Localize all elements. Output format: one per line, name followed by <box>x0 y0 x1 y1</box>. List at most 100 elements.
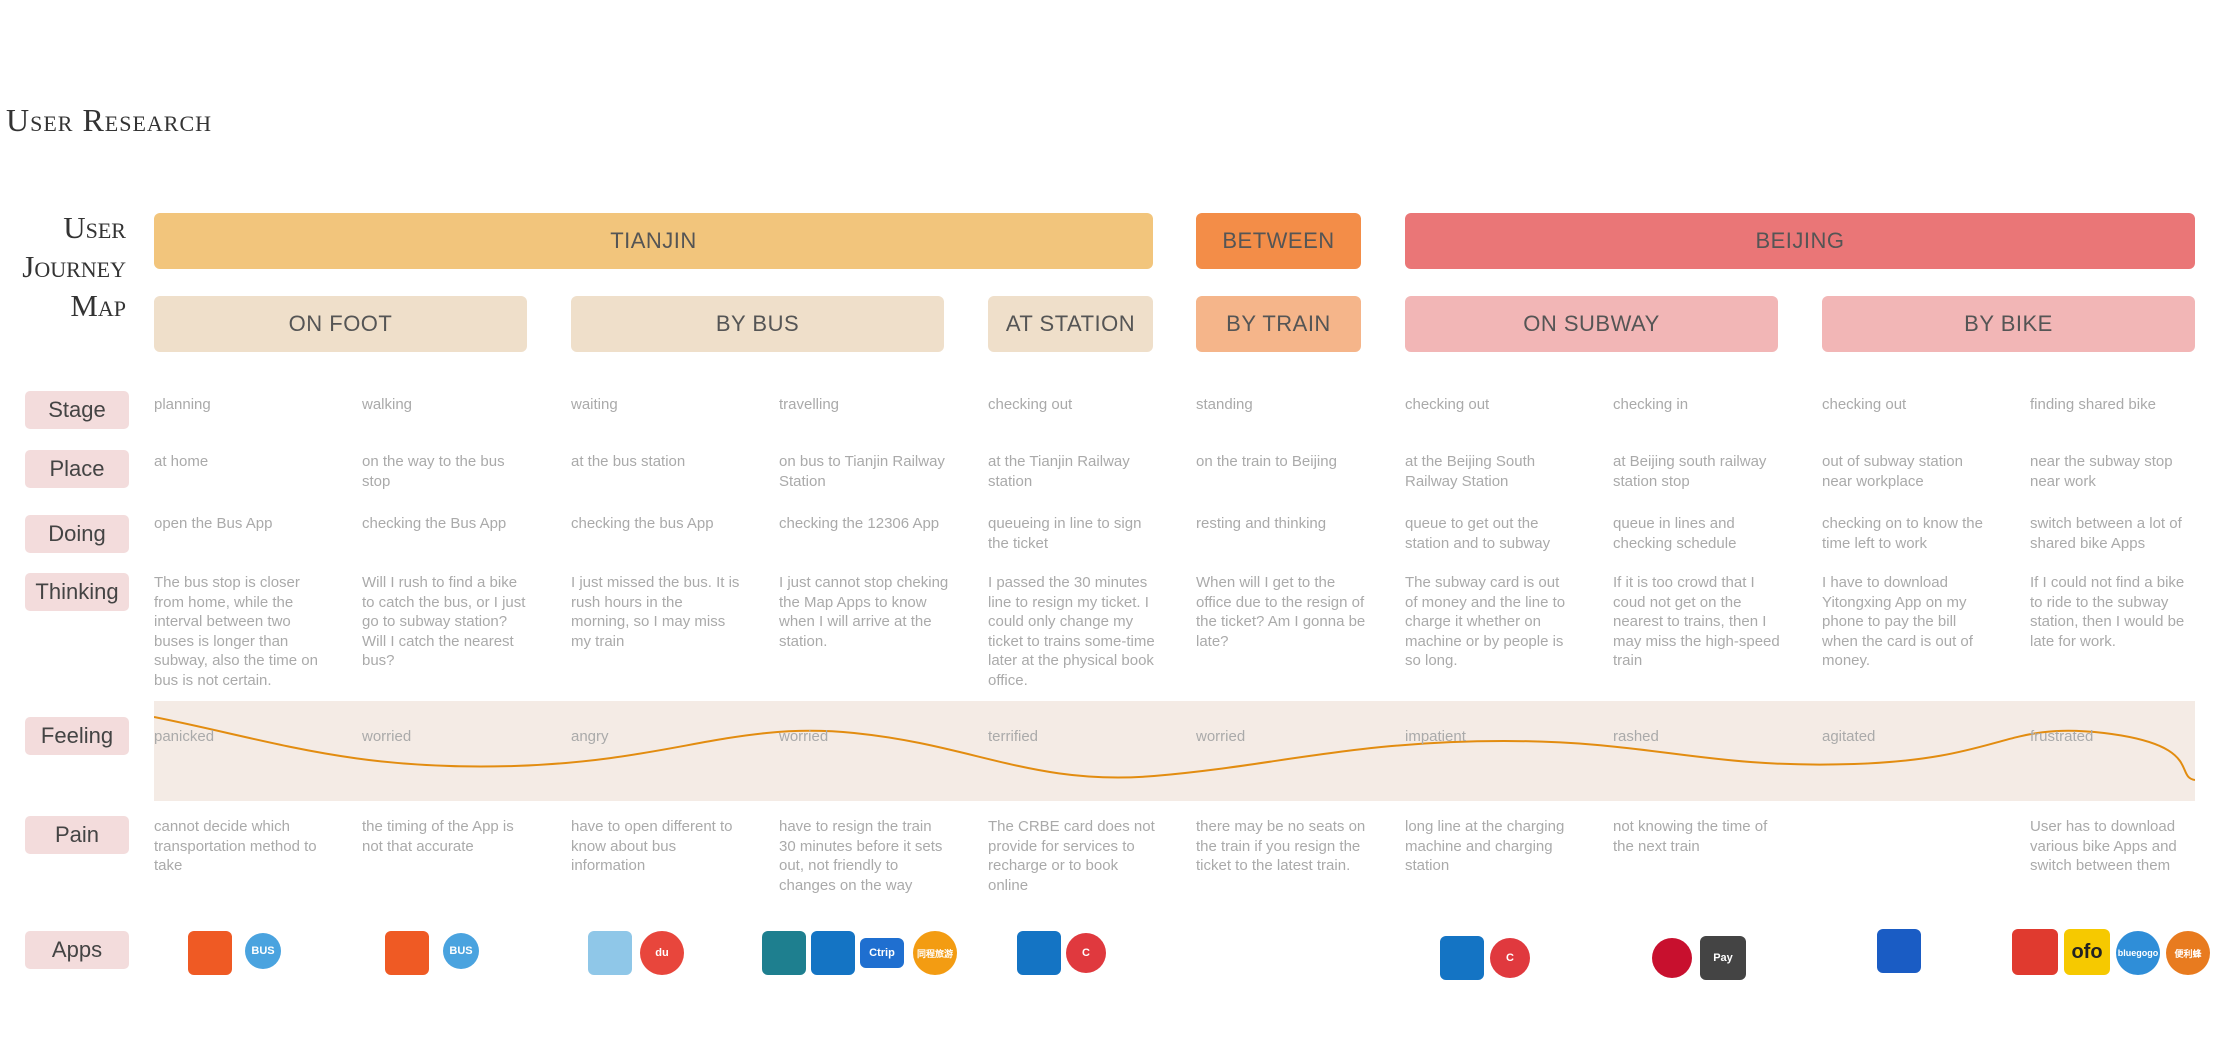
thinking-cell: If it is too crowd that I coud not get o… <box>1613 574 1780 669</box>
row-label-pain: Pain <box>25 816 129 854</box>
bus-pin-icon: BUS <box>443 933 479 969</box>
c-card-icon: C <box>1490 938 1530 978</box>
pain-cell: the timing of the App is not that accura… <box>362 818 514 855</box>
pain-cell: not knowing the time of the next train <box>1613 818 1768 855</box>
thinking-cell: I have to download Yitongxing App on my … <box>1822 574 1973 669</box>
place-cell: out of subway station near workplace <box>1822 453 1963 490</box>
c-card-icon: C <box>1066 933 1106 973</box>
place-cell: at the Beijing South Railway Station <box>1405 453 1536 490</box>
bus-app-icon <box>188 931 232 975</box>
place-cell: at home <box>154 453 209 470</box>
mode-by-bus: BY BUS <box>571 296 944 352</box>
pain-cell: long line at the charging machine and ch… <box>1405 818 1565 874</box>
stage-cell: waiting <box>571 396 618 413</box>
feeling-cell: worried <box>779 728 829 745</box>
stage-cell: checking out <box>1405 396 1490 413</box>
doing-cell: open the Bus App <box>154 515 273 532</box>
doing-cell: resting and thinking <box>1196 515 1327 532</box>
place-cell: at Beijing south railway station stop <box>1613 453 1767 490</box>
stage-cell: standing <box>1196 396 1253 413</box>
stage-cell: planning <box>154 396 211 413</box>
doing-cell: checking the Bus App <box>362 515 507 532</box>
journey-map-label: User Journey Map <box>22 210 126 323</box>
row-label-place: Place <box>25 450 129 488</box>
place-cell: at the bus station <box>571 453 686 470</box>
thinking-cell: When will I get to the office due to the… <box>1196 574 1366 650</box>
mode-on-foot: ON FOOT <box>154 296 527 352</box>
row-label-stage: Stage <box>25 391 129 429</box>
feeling-cell: worried <box>362 728 412 745</box>
doing-cell: queue in lines and checking schedule <box>1613 515 1737 552</box>
stage-cell: checking out <box>1822 396 1907 413</box>
place-cell: on the train to Beijing <box>1196 453 1337 470</box>
stage-cell: finding shared bike <box>2030 396 2156 413</box>
ofo-icon: ofo <box>2064 929 2110 975</box>
thinking-cell: I just cannot stop cheking the Map Apps … <box>779 574 949 650</box>
mode-on-subway: ON SUBWAY <box>1405 296 1778 352</box>
row-label-doing: Doing <box>25 515 129 553</box>
china-railway-icon <box>1017 931 1061 975</box>
doing-cell: queueing in line to sign the ticket <box>988 515 1142 552</box>
pain-cell: The CRBE card does not provide for servi… <box>988 818 1155 894</box>
mode-at-station: AT STATION <box>988 296 1153 352</box>
pain-cell: there may be no seats on the train if yo… <box>1196 818 1366 874</box>
feeling-cell: terrified <box>988 728 1039 745</box>
camel-app-icon <box>762 931 806 975</box>
tongcheng-app-icon: 同程旅游 <box>913 931 957 975</box>
bus-app-icon <box>385 931 429 975</box>
mobike-icon <box>2012 929 2058 975</box>
row-label-apps: Apps <box>25 931 129 969</box>
doing-cell: checking on to know the time left to wor… <box>1822 515 1983 552</box>
place-cell: at the Tianjin Railway station <box>988 453 1130 490</box>
mode-by-train: BY TRAIN <box>1196 296 1361 352</box>
pain-cell: have to resign the train 30 minutes befo… <box>779 818 943 894</box>
doing-cell: checking the 12306 App <box>779 515 940 532</box>
location-tianjin: TIANJIN <box>154 213 1153 269</box>
stage-cell: checking out <box>988 396 1073 413</box>
feeling-cell: rashed <box>1613 728 1659 745</box>
doing-cell: queue to get out the station and to subw… <box>1405 515 1551 552</box>
place-cell: on bus to Tianjin Railway Station <box>779 453 945 490</box>
ctrip-app-icon: Ctrip <box>860 938 904 968</box>
thinking-cell: I passed the 30 minutes line to resign m… <box>988 574 1155 689</box>
thinking-cell: Will I rush to find a bike to catch the … <box>362 574 526 669</box>
feeling-cell: impatient <box>1405 728 1466 745</box>
baidu-map-icon: du <box>640 931 684 975</box>
feeling-cell: angry <box>571 728 609 745</box>
feeling-curve-line <box>154 716 2195 781</box>
thinking-cell: If I could not find a bike to ride to th… <box>2030 574 2185 650</box>
map-app-icon <box>588 931 632 975</box>
row-label-feeling: Feeling <box>25 717 129 755</box>
location-between: BETWEEN <box>1196 213 1361 269</box>
doing-cell: switch between a lot of shared bike Apps <box>2030 515 2182 552</box>
feeling-cell: panicked <box>154 728 215 745</box>
pain-cell: have to open different to know about bus… <box>571 818 733 874</box>
place-cell: on the way to the bus stop <box>362 453 505 490</box>
stage-cell: walking <box>362 396 413 413</box>
feeling-cell: worried <box>1196 728 1246 745</box>
row-label-thinking: Thinking <box>25 573 129 611</box>
thinking-cell: I just missed the bus. It is rush hours … <box>571 574 740 650</box>
apple-pay-icon: Pay <box>1700 936 1746 980</box>
page-title: User Research <box>6 102 213 138</box>
thinking-cell: The bus stop is closer from home, while … <box>154 574 318 689</box>
feeling-cell: frustrated <box>2030 728 2094 745</box>
china-railway-icon <box>1440 936 1484 980</box>
doing-cell: checking the bus App <box>571 515 714 532</box>
bus-pin-icon: BUS <box>245 933 281 969</box>
youon-bike-icon: 便利蜂 <box>2166 931 2210 975</box>
bluegogo-icon: bluegogo <box>2116 931 2160 975</box>
feeling-cell: agitated <box>1822 728 1876 745</box>
unionpay-icon <box>1652 938 1692 978</box>
pain-cell: cannot decide which transportation metho… <box>154 818 317 874</box>
location-beijing: BEIJING <box>1405 213 2195 269</box>
stage-cell: travelling <box>779 396 840 413</box>
feeling-curve <box>154 716 2195 781</box>
mode-by-bike: BY BIKE <box>1822 296 2195 352</box>
yitongxing-icon <box>1877 929 1921 973</box>
place-cell: near the subway stop near work <box>2030 453 2173 490</box>
china-railway-icon <box>811 931 855 975</box>
thinking-cell: The subway card is out of money and the … <box>1405 574 1566 669</box>
pain-cell: User has to download various bike Apps a… <box>2030 818 2177 874</box>
stage-cell: checking in <box>1613 396 1689 413</box>
